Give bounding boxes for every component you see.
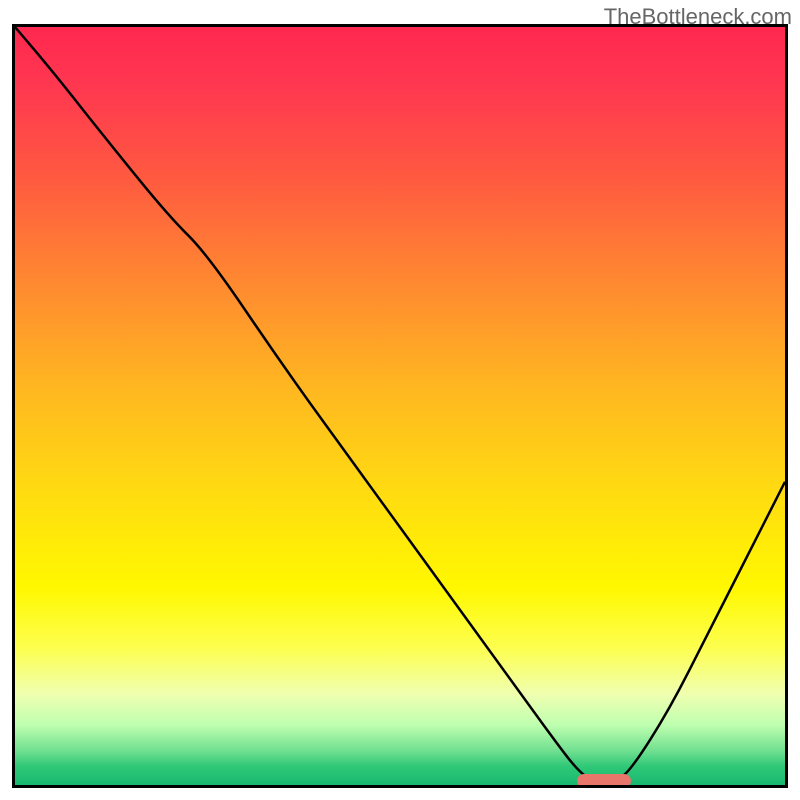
- optimal-marker: [577, 774, 631, 788]
- bottleneck-curve-path: [15, 27, 785, 781]
- curve-svg: [15, 27, 785, 785]
- plot-area: [12, 24, 788, 788]
- chart-container: TheBottleneck.com: [0, 0, 800, 800]
- watermark-text: TheBottleneck.com: [604, 4, 792, 30]
